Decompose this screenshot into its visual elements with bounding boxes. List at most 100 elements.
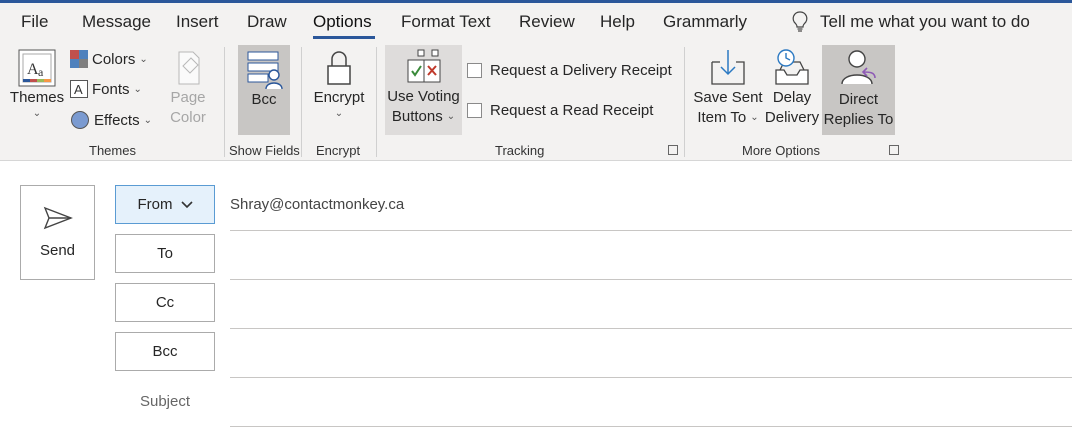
themes-label: Themes bbox=[9, 89, 65, 106]
tell-me-search[interactable]: Tell me what you want to do bbox=[792, 11, 1030, 33]
themes-icon: A a bbox=[18, 49, 56, 87]
send-icon bbox=[43, 206, 73, 230]
to-button[interactable]: To bbox=[115, 234, 215, 273]
voting-icon bbox=[407, 49, 440, 83]
direct-replies-icon bbox=[840, 50, 876, 85]
checkbox-unchecked[interactable] bbox=[467, 63, 482, 78]
bcc-button[interactable]: Bcc bbox=[115, 332, 215, 371]
from-button[interactable]: From bbox=[115, 185, 215, 224]
read-receipt-checkbox[interactable]: Request a Read Receipt bbox=[467, 102, 653, 119]
chevron-down-icon bbox=[180, 200, 193, 208]
group-separator bbox=[684, 47, 685, 157]
delay-delivery-icon bbox=[775, 49, 809, 85]
tab-draw[interactable]: Draw bbox=[247, 12, 287, 32]
group-separator bbox=[301, 47, 302, 157]
tab-format-text[interactable]: Format Text bbox=[401, 12, 490, 32]
chevron-down-icon: ⌄ bbox=[133, 83, 142, 95]
to-field[interactable] bbox=[230, 238, 1072, 276]
encrypt-button[interactable]: Encrypt ⌄ bbox=[309, 46, 369, 136]
group-separator bbox=[376, 47, 377, 157]
delay-label-1: Delay bbox=[772, 89, 812, 106]
voting-label-2: Buttons bbox=[391, 108, 443, 125]
send-label: Send bbox=[39, 242, 76, 259]
field-divider bbox=[230, 426, 1072, 427]
from-label: From bbox=[137, 196, 173, 213]
voting-label-2-row: Buttons ⌄ bbox=[392, 107, 455, 127]
save-sent-label-1: Save Sent bbox=[693, 89, 763, 106]
group-label-themes: Themes bbox=[89, 143, 136, 158]
active-tab-indicator bbox=[313, 36, 375, 39]
svg-text:a: a bbox=[38, 65, 44, 79]
chevron-down-icon: ⌄ bbox=[143, 114, 152, 126]
page-color-label-1: Page bbox=[170, 89, 206, 106]
encrypt-label: Encrypt bbox=[313, 89, 365, 106]
tab-review[interactable]: Review bbox=[519, 12, 575, 32]
page-color-button[interactable]: Page Color bbox=[162, 46, 214, 136]
svg-text:A: A bbox=[74, 82, 83, 97]
chevron-down-icon: ⌄ bbox=[446, 111, 456, 122]
delay-delivery-button[interactable]: Delay Delivery bbox=[763, 46, 821, 136]
fonts-icon: A bbox=[70, 80, 88, 98]
delivery-receipt-checkbox[interactable]: Request a Delivery Receipt bbox=[467, 62, 672, 79]
read-receipt-label: Request a Read Receipt bbox=[490, 102, 654, 119]
tab-options[interactable]: Options bbox=[313, 12, 372, 32]
lock-icon bbox=[327, 51, 351, 85]
use-voting-buttons-button[interactable]: Use Voting Buttons ⌄ bbox=[385, 45, 462, 135]
lightbulb-icon bbox=[792, 11, 808, 32]
bcc-icon bbox=[247, 51, 283, 90]
tell-me-text: Tell me what you want to do bbox=[820, 12, 1030, 31]
tab-help[interactable]: Help bbox=[600, 12, 635, 32]
tab-grammarly[interactable]: Grammarly bbox=[663, 12, 747, 32]
checkbox-unchecked[interactable] bbox=[467, 103, 482, 118]
tracking-dialog-launcher-icon[interactable] bbox=[668, 145, 678, 155]
ribbon-tabs: File Message Insert Draw Options Format … bbox=[0, 3, 1072, 43]
direct-replies-to-button[interactable]: Direct Replies To bbox=[822, 45, 895, 135]
colors-icon bbox=[70, 50, 88, 68]
save-sent-label-2-row: Item To ⌄ bbox=[697, 108, 758, 128]
save-sent-item-to-button[interactable]: Save Sent Item To ⌄ bbox=[693, 46, 763, 136]
bcc-label: Bcc bbox=[251, 91, 277, 108]
page-color-label-2: Color bbox=[170, 109, 206, 126]
colors-label: Colors bbox=[92, 50, 136, 68]
group-label-encrypt: Encrypt bbox=[316, 143, 361, 158]
themes-button[interactable]: A a Themes ⌄ bbox=[8, 46, 66, 136]
ribbon: A a Themes ⌄ Colors ⌄ A Fonts ⌄ Effects … bbox=[0, 43, 1072, 161]
field-divider bbox=[230, 377, 1072, 378]
send-button[interactable]: Send bbox=[20, 185, 95, 280]
bcc-field[interactable] bbox=[230, 336, 1072, 374]
voting-label-1: Use Voting bbox=[387, 88, 460, 105]
cc-button[interactable]: Cc bbox=[115, 283, 215, 322]
chevron-down-icon: ⌄ bbox=[32, 108, 42, 119]
delivery-receipt-label: Request a Delivery Receipt bbox=[490, 62, 672, 79]
group-label-show-fields: Show Fields bbox=[229, 143, 300, 158]
direct-label-1: Direct bbox=[838, 91, 879, 108]
subject-label: Subject bbox=[139, 393, 191, 410]
more-options-dialog-launcher-icon[interactable] bbox=[889, 145, 899, 155]
field-divider bbox=[230, 328, 1072, 329]
bcc-label: Bcc bbox=[152, 343, 178, 360]
fonts-button[interactable]: A Fonts ⌄ bbox=[70, 80, 142, 98]
effects-button[interactable]: Effects ⌄ bbox=[70, 110, 152, 130]
bcc-toggle-button[interactable]: Bcc bbox=[238, 45, 290, 135]
chevron-down-icon: ⌄ bbox=[139, 53, 148, 65]
field-divider bbox=[230, 230, 1072, 231]
save-sent-label-2: Item To bbox=[697, 109, 747, 126]
tab-insert[interactable]: Insert bbox=[176, 12, 219, 32]
colors-button[interactable]: Colors ⌄ bbox=[70, 50, 148, 68]
tab-file[interactable]: File bbox=[21, 12, 48, 32]
to-label: To bbox=[157, 245, 173, 262]
chevron-down-icon: ⌄ bbox=[334, 108, 344, 119]
direct-label-2: Replies To bbox=[823, 111, 894, 128]
tab-message[interactable]: Message bbox=[82, 12, 151, 32]
group-label-more-options: More Options bbox=[742, 143, 821, 158]
field-divider bbox=[230, 279, 1072, 280]
subject-field[interactable] bbox=[230, 384, 1072, 422]
cc-field[interactable] bbox=[230, 287, 1072, 325]
save-to-folder-icon bbox=[711, 50, 745, 85]
chevron-down-icon: ⌄ bbox=[750, 112, 759, 123]
cc-label: Cc bbox=[155, 294, 175, 311]
effects-label: Effects bbox=[94, 111, 140, 129]
group-separator bbox=[224, 47, 225, 157]
effects-icon bbox=[71, 111, 89, 129]
group-label-tracking: Tracking bbox=[495, 143, 545, 158]
